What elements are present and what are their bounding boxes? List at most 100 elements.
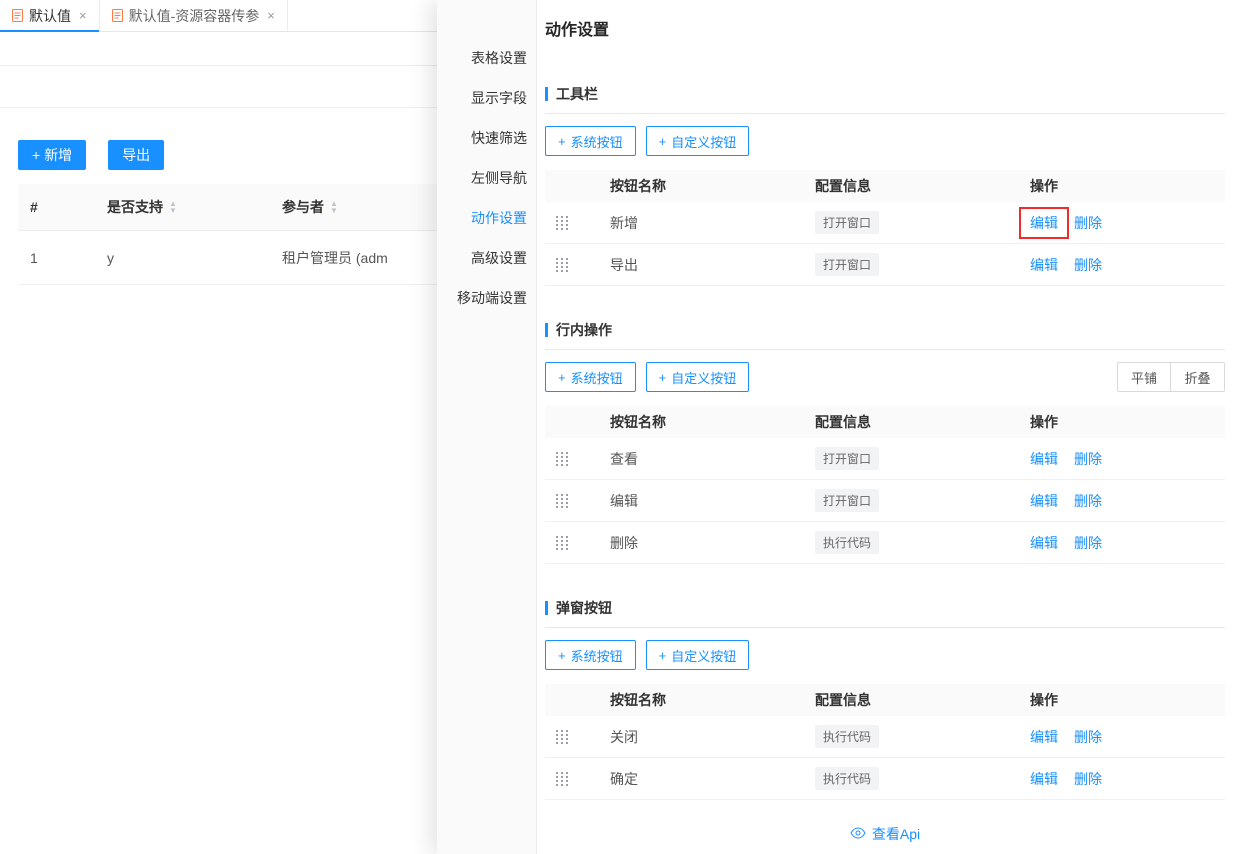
delete-link[interactable]: 删除 [1074, 491, 1102, 511]
delete-link[interactable]: 删除 [1074, 255, 1102, 275]
button-name: 新增 [610, 213, 815, 233]
drawer-content: 动作设置 工具栏 + 系统按钮 + 自定义按钮 按钮名称 [537, 0, 1237, 854]
drag-handle-icon[interactable] [556, 452, 568, 466]
config-tag: 打开窗口 [815, 253, 879, 276]
delete-link[interactable]: 删除 [1074, 213, 1102, 233]
custom-button-add[interactable]: + 自定义按钮 [646, 126, 750, 156]
section-buttons: + 系统按钮 + 自定义按钮 [545, 640, 1225, 670]
tab-default-value[interactable]: 默认值 × [0, 0, 100, 31]
section-accent-bar [545, 87, 548, 101]
table-row: 新增 打开窗口 编辑 删除 [545, 202, 1225, 244]
action-table-header: 按钮名称 配置信息 操作 [545, 406, 1225, 438]
section-buttons: + 系统按钮 + 自定义按钮 平铺 折叠 [545, 362, 1225, 392]
document-icon [12, 9, 23, 22]
drawer-nav: 表格设置 显示字段 快速筛选 左侧导航 动作设置 高级设置 移动端设置 [437, 0, 537, 854]
edit-link[interactable]: 编辑 [1030, 215, 1058, 231]
nav-item-left-nav[interactable]: 左侧导航 [437, 158, 536, 198]
delete-link[interactable]: 删除 [1074, 533, 1102, 553]
edit-link[interactable]: 编辑 [1030, 491, 1058, 511]
flat-layout-button[interactable]: 平铺 [1117, 362, 1171, 392]
config-tag: 打开窗口 [815, 489, 879, 512]
column-header-action: 操作 [1030, 690, 1225, 710]
config-tag: 打开窗口 [815, 447, 879, 470]
table-row: 编辑 打开窗口 编辑 删除 [545, 480, 1225, 522]
settings-drawer: 表格设置 显示字段 快速筛选 左侧导航 动作设置 高级设置 移动端设置 动作设置… [437, 0, 1237, 854]
custom-button-add[interactable]: + 自定义按钮 [646, 640, 750, 670]
section-inline-actions: 行内操作 + 系统按钮 + 自定义按钮 平铺 折叠 按钮 [545, 320, 1225, 564]
table-row: 查看 打开窗口 编辑 删除 [545, 438, 1225, 480]
system-button-add[interactable]: + 系统按钮 [545, 126, 636, 156]
sort-icon[interactable]: ▲▼ [169, 200, 177, 214]
column-header-config: 配置信息 [815, 176, 1030, 196]
table-row: 确定 执行代码 编辑 删除 [545, 758, 1225, 800]
nav-item-action-settings[interactable]: 动作设置 [437, 198, 536, 238]
table-row: 删除 执行代码 编辑 删除 [545, 522, 1225, 564]
section-buttons: + 系统按钮 + 自定义按钮 [545, 126, 1225, 156]
section-title: 行内操作 [556, 320, 612, 340]
action-table-header: 按钮名称 配置信息 操作 [545, 170, 1225, 202]
drag-handle-icon[interactable] [556, 536, 568, 550]
plus-icon: + [659, 370, 667, 385]
nav-item-display-fields[interactable]: 显示字段 [437, 78, 536, 118]
nav-item-quick-filter[interactable]: 快速筛选 [437, 118, 536, 158]
delete-link[interactable]: 删除 [1074, 769, 1102, 789]
drag-handle-icon[interactable] [556, 772, 568, 786]
section-title: 弹窗按钮 [556, 598, 612, 618]
edit-link[interactable]: 编辑 [1030, 727, 1058, 747]
add-button[interactable]: + 新增 [18, 140, 86, 170]
plus-icon: + [659, 648, 667, 663]
table-row: 关闭 执行代码 编辑 删除 [545, 716, 1225, 758]
system-button-add[interactable]: + 系统按钮 [545, 640, 636, 670]
eye-icon [850, 826, 866, 842]
export-button[interactable]: 导出 [108, 140, 164, 170]
column-header-action: 操作 [1030, 412, 1225, 432]
action-table: 按钮名称 配置信息 操作 新增 打开窗口 编辑 删除 [545, 170, 1225, 286]
view-api-link[interactable]: 查看Api [545, 824, 1225, 844]
column-header-action: 操作 [1030, 176, 1225, 196]
collapse-layout-button[interactable]: 折叠 [1171, 362, 1225, 392]
sort-icon[interactable]: ▲▼ [330, 200, 338, 214]
plus-icon: + [659, 134, 667, 149]
column-header-support[interactable]: 是否支持 ▲▼ [95, 197, 270, 217]
delete-link[interactable]: 删除 [1074, 449, 1102, 469]
edit-link[interactable]: 编辑 [1030, 255, 1058, 275]
custom-button-add[interactable]: + 自定义按钮 [646, 362, 750, 392]
button-name: 导出 [610, 255, 815, 275]
column-header-button-name: 按钮名称 [610, 176, 815, 196]
column-header-button-name: 按钮名称 [610, 690, 815, 710]
button-name: 查看 [610, 449, 815, 469]
close-icon[interactable]: × [267, 8, 275, 23]
cell-index: 1 [18, 250, 95, 266]
section-accent-bar [545, 323, 548, 337]
plus-icon: + [558, 370, 566, 385]
config-tag: 执行代码 [815, 767, 879, 790]
tab-label: 默认值 [29, 6, 71, 26]
drag-handle-icon[interactable] [556, 216, 568, 230]
table-row: 导出 打开窗口 编辑 删除 [545, 244, 1225, 286]
section-accent-bar [545, 601, 548, 615]
column-header-config: 配置信息 [815, 690, 1030, 710]
delete-link[interactable]: 删除 [1074, 727, 1102, 747]
edit-link[interactable]: 编辑 [1030, 449, 1058, 469]
plus-icon: + [558, 648, 566, 663]
nav-item-advanced-settings[interactable]: 高级设置 [437, 238, 536, 278]
edit-link[interactable]: 编辑 [1030, 769, 1058, 789]
action-table: 按钮名称 配置信息 操作 关闭 执行代码 编辑 删除 [545, 684, 1225, 800]
edit-link[interactable]: 编辑 [1030, 533, 1058, 553]
plus-icon: + [32, 147, 40, 163]
nav-item-mobile-settings[interactable]: 移动端设置 [437, 278, 536, 318]
config-tag: 执行代码 [815, 531, 879, 554]
action-table-header: 按钮名称 配置信息 操作 [545, 684, 1225, 716]
column-header-index: # [18, 199, 95, 215]
system-button-add[interactable]: + 系统按钮 [545, 362, 636, 392]
drag-handle-icon[interactable] [556, 258, 568, 272]
column-header-config: 配置信息 [815, 412, 1030, 432]
config-tag: 执行代码 [815, 725, 879, 748]
drag-handle-icon[interactable] [556, 730, 568, 744]
document-icon [112, 9, 123, 22]
nav-item-table-settings[interactable]: 表格设置 [437, 38, 536, 78]
close-icon[interactable]: × [79, 8, 87, 23]
tab-default-value-resource[interactable]: 默认值-资源容器传参 × [100, 0, 288, 31]
drag-handle-icon[interactable] [556, 494, 568, 508]
annotation-highlight: 编辑 [1019, 207, 1069, 239]
